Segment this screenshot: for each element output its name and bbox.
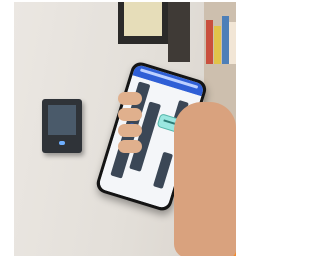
wall-picture-frame xyxy=(118,2,168,44)
wall-card-reader xyxy=(42,99,82,153)
reader-screen xyxy=(48,105,76,135)
finger xyxy=(118,108,142,121)
reader-led xyxy=(59,141,65,145)
map-shelf xyxy=(152,151,174,189)
book-spine xyxy=(206,20,213,64)
hand xyxy=(174,102,236,256)
fingers xyxy=(118,92,146,170)
photo xyxy=(14,2,236,256)
book-spine xyxy=(214,26,221,64)
photo-scene xyxy=(0,0,248,258)
book-spine xyxy=(229,22,236,64)
dark-shelf-edge xyxy=(168,2,190,62)
finger xyxy=(118,124,142,137)
wall-picture xyxy=(124,2,162,36)
finger xyxy=(118,92,142,105)
finger xyxy=(118,140,142,153)
book-spine xyxy=(222,16,229,64)
